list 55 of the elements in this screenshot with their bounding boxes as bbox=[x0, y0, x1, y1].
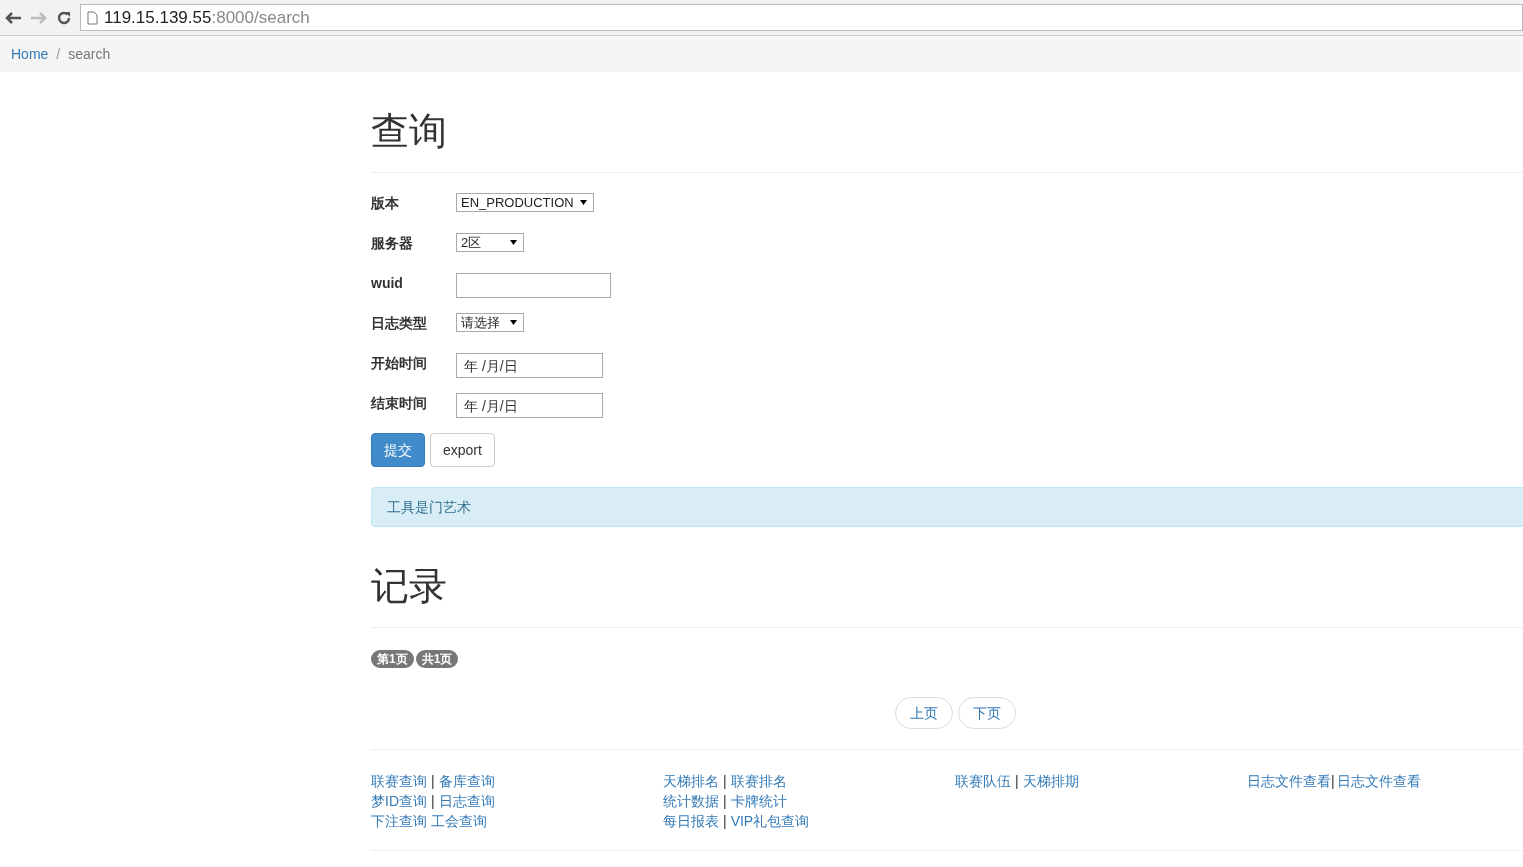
pager-button[interactable]: 下页 bbox=[957, 697, 1016, 729]
address-bar[interactable]: 119.15.139.55:8000/search bbox=[80, 4, 1523, 31]
footer-link[interactable]: 联赛排名 bbox=[730, 771, 787, 791]
page-badge: 共1页 bbox=[415, 650, 459, 668]
footer-link[interactable]: 每日报表 bbox=[663, 811, 719, 831]
reload-icon[interactable] bbox=[56, 9, 72, 26]
field-label: 日志类型 bbox=[371, 314, 428, 333]
link-separator: | bbox=[430, 792, 436, 811]
select-dropdown[interactable]: 2区 bbox=[456, 233, 524, 252]
footer-link[interactable]: 备库查询 bbox=[438, 771, 495, 791]
footer-link[interactable]: 联赛队伍 bbox=[955, 771, 1011, 791]
link-separator: | bbox=[722, 772, 728, 791]
select-dropdown[interactable]: EN_PRODUCTION bbox=[456, 193, 594, 212]
page-badge: 第1页 bbox=[371, 650, 414, 668]
date-field[interactable]: 年 /月/日 bbox=[456, 353, 603, 378]
footer-link[interactable]: 卡牌统计 bbox=[730, 791, 787, 811]
link-separator: | bbox=[430, 772, 436, 791]
input-field[interactable] bbox=[456, 273, 611, 298]
footer-link[interactable]: 日志文件查看 bbox=[1247, 771, 1331, 791]
link-separator: | bbox=[1331, 772, 1336, 791]
link-separator: | bbox=[1014, 772, 1020, 791]
submit-button[interactable]: 提交 bbox=[371, 433, 425, 467]
footer-link[interactable]: 梦ID查询 bbox=[371, 791, 427, 811]
pager-button[interactable]: 上页 bbox=[894, 697, 953, 729]
field-label: 服务器 bbox=[371, 234, 414, 253]
link-separator: | bbox=[722, 792, 728, 811]
link-separator: | bbox=[722, 812, 728, 831]
back-arrow-icon[interactable] bbox=[4, 10, 22, 25]
breadcrumb-current: search bbox=[68, 44, 111, 64]
footer-link[interactable]: 天梯排期 bbox=[1022, 771, 1079, 791]
footer-link[interactable]: VIP礼包查询 bbox=[730, 811, 810, 831]
field-label: 结束时间 bbox=[371, 394, 428, 413]
page-heading: 查询 bbox=[371, 108, 447, 154]
page-icon bbox=[87, 10, 98, 25]
section-heading: 记录 bbox=[371, 563, 447, 609]
footer-link[interactable]: 下注查询 bbox=[371, 811, 427, 831]
caret-icon bbox=[579, 200, 587, 205]
date-field[interactable]: 年 /月/日 bbox=[456, 393, 603, 418]
field-label: 版本 bbox=[371, 194, 400, 213]
footer-link[interactable]: 日志查询 bbox=[438, 791, 495, 811]
url-text: 119.15.139.55:8000/search bbox=[104, 6, 310, 29]
footer-link[interactable]: 工会查询 bbox=[431, 811, 487, 831]
field-label: 开始时间 bbox=[371, 354, 428, 373]
caret-icon bbox=[510, 320, 517, 325]
info-alert: 工具是门艺术 bbox=[371, 487, 1523, 527]
breadcrumb-separator: / bbox=[56, 44, 61, 64]
breadcrumb-link[interactable]: Home bbox=[11, 43, 49, 65]
select-dropdown[interactable]: 请选择 bbox=[456, 313, 524, 332]
footer-link[interactable]: 统计数据 bbox=[663, 791, 719, 811]
field-label: wuid bbox=[371, 274, 404, 293]
footer-link[interactable]: 日志文件查看 bbox=[1336, 771, 1421, 791]
export-button[interactable]: export bbox=[430, 433, 495, 467]
footer-link[interactable]: 联赛查询 bbox=[371, 771, 427, 791]
caret-icon bbox=[510, 240, 517, 245]
footer-link[interactable]: 天梯排名 bbox=[663, 771, 719, 791]
